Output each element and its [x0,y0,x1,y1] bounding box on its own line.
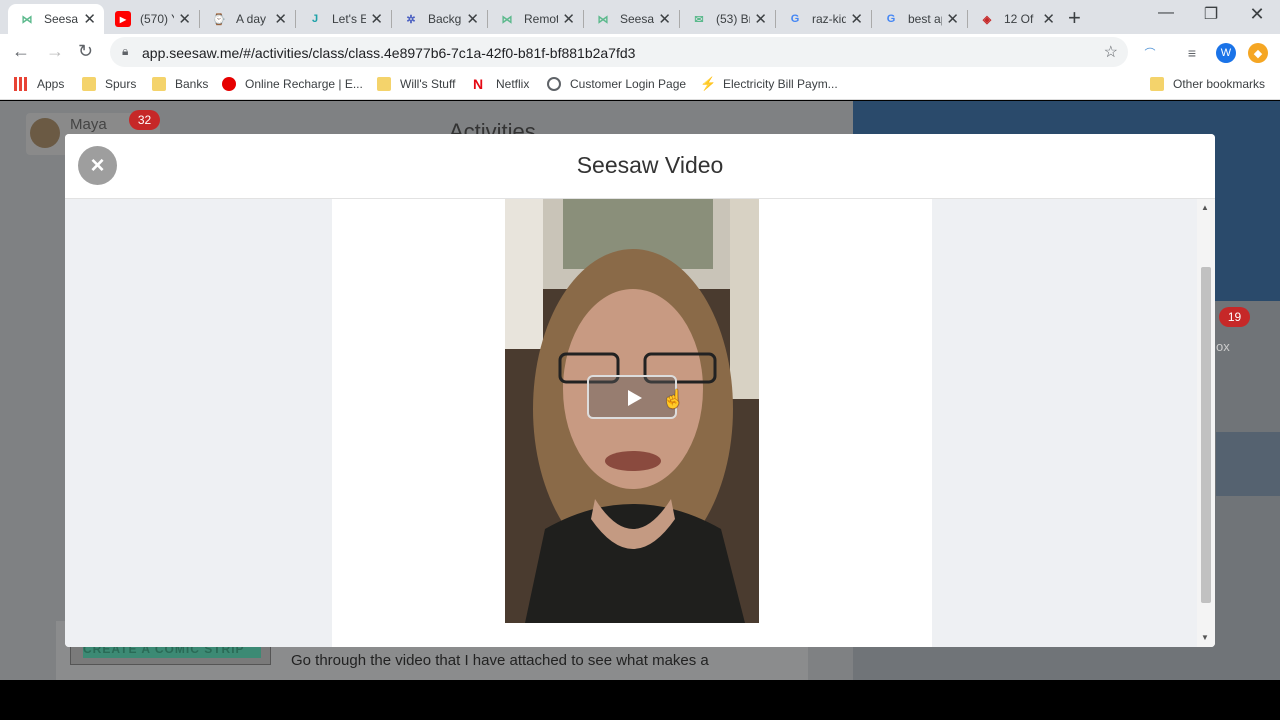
tower-icon: ⚡ [700,76,717,91]
folder-icon [152,77,166,91]
close-tab-icon[interactable]: ✕ [946,10,959,28]
bookmark-customer-login[interactable]: Customer Login Page [547,77,686,91]
forward-icon[interactable]: → [46,41,64,62]
google-icon: G [790,13,800,25]
bookmark-spurs[interactable]: Spurs [82,77,136,91]
tab-a-day[interactable]: ⌚ A day ✕ [200,4,295,34]
reload-icon[interactable]: ↻ [78,41,93,62]
student-notification-badge: 32 [129,110,160,130]
media-control-icon[interactable]: ≡ [1182,43,1202,63]
close-tab-icon[interactable]: ✕ [178,10,191,28]
play-icon [628,390,642,406]
extension-arc-icon[interactable]: ⌒ [1140,43,1160,63]
inbox-badge: 19 [1219,307,1250,327]
tab-background[interactable]: ✲ Background ✕ [392,4,487,34]
seesaw-icon: ⋈ [501,13,513,26]
folder-icon [1150,77,1164,91]
mouse-cursor-icon: ☝ [662,389,685,409]
right-panel-block [1216,432,1280,496]
j-icon: J [311,13,319,25]
tab-youtube[interactable]: ▶ (570) YouTube ✕ [104,4,199,34]
restore-icon[interactable]: ❐ [1188,4,1234,24]
scroll-down-icon[interactable]: ▼ [1201,633,1209,642]
seesaw-icon: ⋈ [21,13,33,26]
profile-avatar[interactable]: W [1216,43,1236,63]
tab-strip: ⋈ Seesaw ✕ ▶ (570) YouTube ✕ ⌚ A day ✕ J… [0,0,1280,34]
tab-seesaw-2[interactable]: ⋈ Seesaw ✕ [584,4,679,34]
video-player[interactable]: ☝ [505,199,759,623]
tab-12-of[interactable]: ◈ 12 Of ✕ [968,4,1063,34]
bookmark-star-icon[interactable]: ☆ [1104,42,1118,62]
netflix-icon: N [473,76,484,92]
close-tab-icon[interactable]: ✕ [850,10,863,28]
bookmark-banks[interactable]: Banks [152,77,208,91]
google-icon: G [886,13,896,25]
bookmark-electricity-bill[interactable]: ⚡ Electricity Bill Paym... [700,76,838,92]
close-modal-button[interactable]: × [78,146,117,185]
close-tab-icon[interactable]: ✕ [274,10,287,28]
vodafone-icon [222,77,236,91]
folder-icon [377,77,391,91]
scroll-up-icon[interactable]: ▲ [1201,203,1209,212]
watch-icon: ⌚ [212,13,226,26]
close-tab-icon[interactable]: ✕ [83,10,96,28]
bookmarks-bar: Apps Spurs Banks Online Recharge | E... … [0,70,1280,100]
video-modal: Seesaw Video × ☝ ▲ ▼ [65,134,1215,647]
bookmark-online-recharge[interactable]: Online Recharge | E... [222,77,363,91]
student-avatar [30,118,60,148]
bookmark-netflix[interactable]: N Netflix [473,77,529,91]
browser-toolbar: ← → ↻ 🔒︎ app.seesaw.me/#/activities/clas… [0,34,1280,70]
sparkle-icon: ✲ [406,13,416,26]
bookmark-other[interactable]: Other bookmarks [1150,77,1265,91]
apps-grid-icon [14,77,28,91]
new-tab-icon[interactable]: + [1068,5,1081,31]
screen: ⋈ Seesaw ✕ ▶ (570) YouTube ✕ ⌚ A day ✕ J… [0,0,1280,720]
close-tab-icon[interactable]: ✕ [370,10,383,28]
activity-description: Go through the video that I have attache… [291,652,709,669]
tab-bridges[interactable]: ✉ (53) Bridges ✕ [680,4,775,34]
taskbar-strip [0,680,1280,720]
modal-scrollbar[interactable]: ▲ ▼ [1197,199,1215,647]
modal-header: Seesaw Video × [65,134,1215,199]
globe-icon [547,77,561,91]
close-tab-icon[interactable]: ✕ [754,10,767,28]
tab-best-app[interactable]: G best app ✕ [872,4,967,34]
close-tab-icon[interactable]: ✕ [562,10,575,28]
tab-lets-eat[interactable]: J Let's Eat ✕ [296,4,391,34]
tab-raz-kids[interactable]: G raz-kids ✕ [776,4,871,34]
bookmark-apps[interactable]: Apps [14,77,64,91]
tab-seesaw-active[interactable]: ⋈ Seesaw ✕ [8,4,104,34]
youtube-icon: ▶ [115,11,131,27]
modal-body: ☝ ▲ ▼ [65,199,1215,647]
scrollbar-thumb[interactable] [1201,267,1211,603]
student-name: Maya [70,116,107,133]
seesaw-icon: ⋈ [597,13,609,26]
bookmark-wills-stuff[interactable]: Will's Stuff [377,77,455,91]
diamond-icon: ◈ [982,13,992,26]
close-tab-icon[interactable]: ✕ [658,10,671,28]
close-tab-icon[interactable]: ✕ [1042,10,1055,28]
lock-icon: 🔒︎ [122,44,129,58]
modal-title: Seesaw Video [576,152,724,178]
folder-icon [82,77,96,91]
tab-remote[interactable]: ⋈ Remote ✕ [488,4,583,34]
back-icon[interactable]: ← [12,41,30,62]
mail-icon: ✉ [694,13,704,26]
address-bar[interactable]: 🔒︎ app.seesaw.me/#/activities/class/clas… [110,37,1128,67]
extension-badge-icon[interactable]: ◆ [1248,43,1268,63]
inbox-label[interactable]: ox [1216,339,1230,354]
video-stage: ☝ [332,199,932,647]
window-close-icon[interactable]: ✕ [1234,4,1280,25]
close-tab-icon[interactable]: ✕ [466,10,479,28]
minimize-icon[interactable]: — [1143,4,1189,22]
url-text: app.seesaw.me/#/activities/class/class.4… [142,45,636,61]
